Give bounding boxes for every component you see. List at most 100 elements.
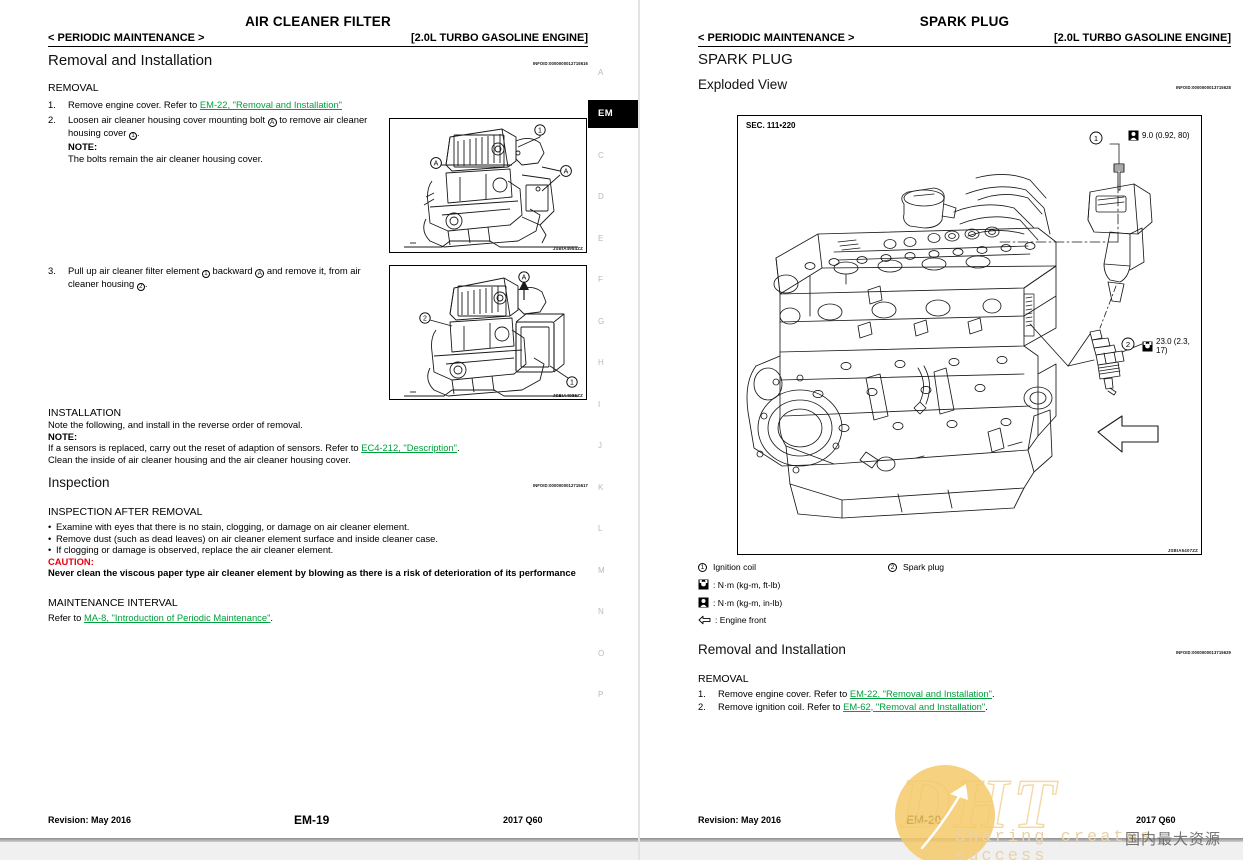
torque-spec-2-value: 23.0 (2.3, 17) <box>1156 337 1190 355</box>
left-maintenance-heading: MAINTENANCE INTERVAL <box>48 597 178 609</box>
legend-item-1-label: Ignition coil <box>713 562 756 572</box>
tab-label: G <box>598 316 605 326</box>
figure-air-cleaner-element: A 2 1 JSBIA4985ZZ <box>389 265 587 400</box>
link-ma-8-introduction-periodic-maintenance[interactable]: MA-8, "Introduction of Periodic Maintena… <box>84 612 270 623</box>
left-step-3-number: 3. <box>48 265 56 276</box>
left-step-2-pre: Loosen air cleaner housing cover mountin… <box>68 114 268 125</box>
symbol-row-inlb: : N·m (kg-m, in-lb) <box>698 597 1198 608</box>
left-section-title: Removal and Installation <box>48 52 213 69</box>
tab-label: M <box>598 565 606 575</box>
symbol-ftlb-text: : N·m (kg-m, ft-lb) <box>713 579 781 590</box>
left-maintenance-block: MAINTENANCE INTERVAL Refer to MA-8, "Int… <box>48 597 593 624</box>
right-exploded-title-row: Exploded View INFOID:0000000013715628 <box>698 77 1231 92</box>
tab-k[interactable]: K <box>588 473 638 501</box>
callout-a-icon: A <box>255 269 265 278</box>
svg-text:2: 2 <box>1126 340 1130 349</box>
torque-inlb-icon <box>698 597 709 608</box>
right-step-1-post: . <box>991 688 995 699</box>
legend-item-2: 2 Spark plug <box>888 562 944 572</box>
right-header-title: SPARK PLUG <box>919 14 1010 29</box>
tab-label: E <box>598 233 604 243</box>
right-removal-title: Removal and Installation <box>698 642 846 657</box>
left-section-infoid: INFOID:0000000012715616 <box>532 61 588 66</box>
tab-label: O <box>598 648 605 658</box>
tab-g[interactable]: G <box>588 307 638 335</box>
callout-1-icon: 1 <box>128 132 137 140</box>
document-viewer: AIR CLEANER FILTER < PERIODIC MAINTENANC… <box>0 0 1243 860</box>
tab-em[interactable]: EM <box>588 99 638 128</box>
tab-label: J <box>598 441 603 450</box>
tab-j[interactable]: J <box>588 432 638 460</box>
link-em-62-removal-installation[interactable]: EM-62, "Removal and Installation" <box>843 701 985 712</box>
left-page-header: AIR CLEANER FILTER < PERIODIC MAINTENANC… <box>48 14 588 47</box>
tab-label: K <box>598 482 604 492</box>
figure-1-code: JSBIA4984ZZ <box>552 246 583 251</box>
right-exploded-title: Exploded View <box>698 77 788 92</box>
figure-2-code: JSBIA4985ZZ <box>552 393 583 398</box>
link-ec4-212-description[interactable]: EC4-212, "Description" <box>361 442 457 453</box>
torque-ftlb-icon <box>1142 341 1153 352</box>
svg-text:1: 1 <box>1094 134 1098 143</box>
right-header-engine: [2.0L TURBO GASOLINE ENGINE] <box>1053 32 1231 44</box>
svg-text:1: 1 <box>538 127 542 134</box>
right-exploded-infoid: INFOID:0000000013715628 <box>1175 85 1231 90</box>
callout-2-icon: 2 <box>136 283 145 291</box>
tab-a[interactable]: A <box>588 58 638 86</box>
left-inspection-title: Inspection <box>48 475 110 490</box>
tab-label: F <box>598 275 604 284</box>
left-header-title: AIR CLEANER FILTER <box>245 14 391 29</box>
tab-label: C <box>598 150 605 160</box>
right-step-2-text: Remove ignition coil. Refer to EM-62, "R… <box>718 701 988 713</box>
left-step-1: 1. Remove engine cover. Refer to EM-22, … <box>48 99 388 112</box>
right-footer-revision: Revision: May 2016 <box>698 815 782 825</box>
left-page-bottom-edge <box>0 838 638 842</box>
tab-e[interactable]: E <box>588 224 638 252</box>
tab-i[interactable]: I <box>588 390 638 418</box>
left-inspection-infoid: INFOID:0000000012715617 <box>532 483 588 488</box>
right-step-2-post: . <box>985 700 988 712</box>
left-installation-note: If a sensors is replaced, carry out the … <box>48 442 593 454</box>
left-footer-page-number: EM-19 <box>294 813 330 827</box>
left-step-2-note-text: The bolts remain the air cleaner housing… <box>68 152 263 164</box>
left-header-engine: [2.0L TURBO GASOLINE ENGINE] <box>410 32 588 44</box>
tab-o[interactable]: O <box>588 639 638 667</box>
tab-c[interactable]: C <box>588 141 638 169</box>
tab-label: I <box>598 399 601 409</box>
link-em-22-removal-installation[interactable]: EM-22, "Removal and Installation" <box>850 688 992 699</box>
tab-h[interactable]: H <box>588 349 638 377</box>
left-step-1-text: Remove engine cover. Refer to EM-22, "Re… <box>68 99 342 111</box>
right-footer-vehicle: 2017 Q60 <box>1136 815 1176 825</box>
left-inspection-bullet-3: If clogging or damage is observed, repla… <box>56 544 334 556</box>
left-step-1-pre: Remove engine cover. Refer to <box>68 99 200 110</box>
torque-ftlb-icon <box>698 579 709 590</box>
torque-spec-2: 23.0 (2.3, 17) <box>1142 337 1201 355</box>
left-inspection-title-row: Inspection INFOID:0000000012715617 <box>48 475 588 490</box>
link-em-22-removal-installation[interactable]: EM-22, "Removal and Installation" <box>200 99 342 110</box>
left-installation-note-pre: If a sensors is replaced, carry out the … <box>48 442 362 454</box>
tab-n[interactable]: N <box>588 598 638 626</box>
torque-spec-1-value: 9.0 (0.92, 80) <box>1142 131 1190 140</box>
engine-front-arrow-icon <box>698 615 711 625</box>
left-installation-line-2: Clean the inside of air cleaner housing … <box>48 453 351 465</box>
left-step-1-number: 1. <box>48 99 56 110</box>
tab-f[interactable]: F <box>588 266 638 294</box>
tab-label: L <box>598 524 603 533</box>
tab-d[interactable]: D <box>588 183 638 211</box>
right-step-1-number: 1. <box>698 688 706 699</box>
left-step-3-text: Pull up air cleaner filter element 1 bac… <box>68 265 383 291</box>
left-step-2-text: Loosen air cleaner housing cover mountin… <box>68 114 388 164</box>
left-step-2-post: . <box>136 127 140 138</box>
svg-text:A: A <box>434 161 439 168</box>
svg-text:A: A <box>564 169 569 176</box>
right-step-1-pre: Remove engine cover. Refer to <box>718 688 850 699</box>
callout-2-icon: 2 <box>888 562 897 572</box>
left-footer-revision: Revision: May 2016 <box>48 815 132 825</box>
tab-l[interactable]: L <box>588 515 638 543</box>
tab-m[interactable]: M <box>588 556 638 584</box>
tab-p[interactable]: P <box>588 681 638 709</box>
symbol-engine-front-text: : Engine front <box>715 615 767 625</box>
left-removal-heading: REMOVAL <box>48 82 99 94</box>
left-step-3-post: . <box>144 278 148 289</box>
right-removal-steps: 1. Remove engine cover. Refer to EM-22, … <box>698 688 1198 712</box>
right-removal-heading: REMOVAL <box>698 673 749 685</box>
